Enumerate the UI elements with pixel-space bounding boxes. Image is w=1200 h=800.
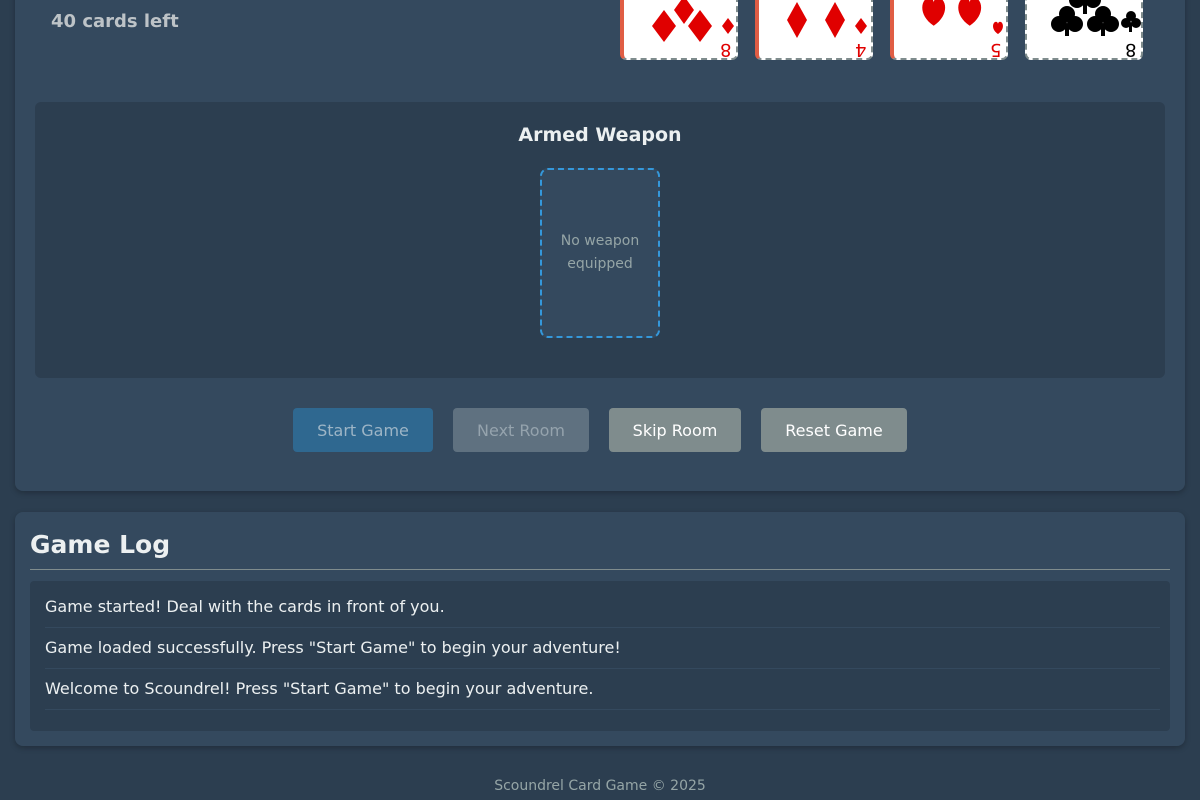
next-room-button[interactable]: Next Room (453, 408, 589, 452)
room-card-2[interactable]: 4 (755, 0, 873, 60)
card-rank: 8 (1124, 39, 1136, 60)
card-rank: 8 (719, 39, 731, 60)
game-board: 40 cards left 8 4 5 8 Armed Weapon No we… (15, 0, 1185, 491)
weapon-area: Armed Weapon No weapon equipped (35, 102, 1165, 378)
room-cards: 8 4 5 8 (603, 0, 1143, 62)
game-log-list[interactable]: Game started! Deal with the cards in fro… (30, 581, 1170, 731)
game-log-title: Game Log (30, 530, 171, 559)
divider (30, 569, 1170, 570)
reset-game-button[interactable]: Reset Game (761, 408, 907, 452)
weapon-title: Armed Weapon (518, 124, 682, 146)
room-card-3[interactable]: 5 (890, 0, 1008, 60)
card-rank: 4 (854, 39, 866, 60)
log-entry: Welcome to Scoundrel! Press "Start Game"… (45, 669, 1160, 710)
weapon-slot[interactable]: No weapon equipped (540, 168, 660, 338)
start-game-button[interactable]: Start Game (293, 408, 433, 452)
game-log-panel: Game Log Game started! Deal with the car… (15, 512, 1185, 746)
skip-room-button[interactable]: Skip Room (609, 408, 741, 452)
card-rank: 5 (989, 39, 1001, 60)
room-card-4[interactable]: 8 (1025, 0, 1143, 60)
deck-count-label: 40 cards left (51, 11, 179, 32)
log-entry: Game loaded successfully. Press "Start G… (45, 628, 1160, 669)
room-card-1[interactable]: 8 (620, 0, 738, 60)
footer-text: Scoundrel Card Game © 2025 (494, 778, 706, 794)
log-entry: Game started! Deal with the cards in fro… (45, 587, 1160, 628)
